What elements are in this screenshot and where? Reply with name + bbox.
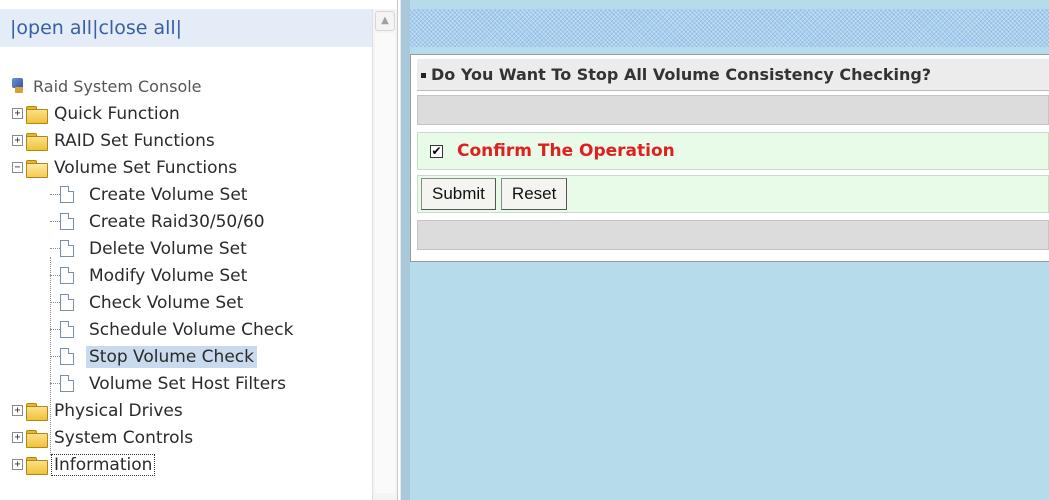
- page-icon: [60, 375, 74, 392]
- tree-root-label: Raid System Console: [33, 76, 202, 96]
- form-heading: Do You Want To Stop All Volume Consisten…: [417, 59, 1049, 91]
- expand-plus-icon[interactable]: +: [12, 459, 23, 470]
- page-icon: [60, 213, 74, 230]
- sidebar-item-label: Volume Set Functions: [54, 157, 238, 178]
- sidebar-item-volume-set-functions[interactable]: − Volume Set Functions: [12, 154, 372, 181]
- console-icon: [12, 78, 26, 94]
- sidebar-item-stop-volume-check[interactable]: Stop Volume Check: [12, 343, 372, 370]
- sidebar-item-modify-volume-set[interactable]: Modify Volume Set: [12, 262, 372, 289]
- button-row: Submit Reset: [417, 175, 1049, 213]
- sidebar-item-create-raid30-50-60[interactable]: Create Raid30/50/60: [12, 208, 372, 235]
- sidebar-item-label: RAID Set Functions: [54, 130, 215, 151]
- sidebar-item-label: Information: [51, 453, 156, 476]
- sidebar-item-information[interactable]: + Information: [12, 451, 372, 478]
- sidebar-item-label: Create Raid30/50/60: [89, 211, 265, 232]
- up-arrow-icon: ▲: [381, 15, 389, 26]
- page-icon: [60, 321, 74, 338]
- scroll-up-button[interactable]: ▲: [375, 11, 395, 31]
- tree-root[interactable]: Raid System Console: [12, 72, 372, 100]
- page-icon: [60, 267, 74, 284]
- open-all-link[interactable]: open all: [16, 17, 92, 39]
- sidebar-item-check-volume-set[interactable]: Check Volume Set: [12, 289, 372, 316]
- sidebar-item-label: Create Volume Set: [89, 184, 248, 205]
- page-icon: [60, 186, 74, 203]
- folder-icon: [25, 132, 48, 151]
- folder-icon: [25, 429, 48, 448]
- confirm-row: ✔ Confirm The Operation: [417, 132, 1049, 170]
- folder-icon: [25, 456, 48, 475]
- expand-plus-icon[interactable]: +: [12, 108, 23, 119]
- confirm-checkbox[interactable]: ✔: [430, 144, 443, 158]
- sidebar-item-label: Stop Volume Check: [86, 345, 257, 368]
- bullet-icon: [421, 73, 426, 78]
- expand-plus-icon[interactable]: +: [12, 405, 23, 416]
- open-folder-icon: [25, 159, 48, 178]
- confirm-label: Confirm The Operation: [457, 141, 675, 161]
- sidebar-scrollbar[interactable]: ▲: [372, 9, 397, 500]
- sidebar-item-physical-drives[interactable]: + Physical Drives: [12, 397, 372, 424]
- sidebar-item-label: Quick Function: [54, 103, 180, 124]
- stop-volume-check-form: Do You Want To Stop All Volume Consisten…: [410, 54, 1049, 262]
- sidebar-item-label: Modify Volume Set: [89, 265, 248, 286]
- content-frame: Do You Want To Stop All Volume Consisten…: [400, 0, 1049, 500]
- sidebar-item-label: Volume Set Host Filters: [89, 373, 287, 394]
- spacer-row: [417, 220, 1049, 250]
- page-icon: [60, 348, 74, 365]
- sidebar-item-create-volume-set[interactable]: Create Volume Set: [12, 181, 372, 208]
- sidebar-item-label: System Controls: [54, 427, 194, 448]
- content-top-bar: [410, 9, 1049, 47]
- sidebar-item-delete-volume-set[interactable]: Delete Volume Set: [12, 235, 372, 262]
- expand-plus-icon[interactable]: +: [12, 135, 23, 146]
- sidebar-item-label: Check Volume Set: [89, 292, 244, 313]
- sidebar-item-schedule-volume-check[interactable]: Schedule Volume Check: [12, 316, 372, 343]
- form-heading-text: Do You Want To Stop All Volume Consisten…: [431, 65, 932, 84]
- collapse-minus-icon[interactable]: −: [12, 162, 23, 173]
- page-icon: [60, 240, 74, 257]
- navigation-tree: Raid System Console + Quick Function + R…: [12, 72, 372, 478]
- expand-plus-icon[interactable]: +: [12, 432, 23, 443]
- sidebar-item-label: Schedule Volume Check: [89, 319, 294, 340]
- reset-button[interactable]: Reset: [500, 178, 568, 210]
- page-icon: [60, 294, 74, 311]
- folder-icon: [25, 402, 48, 421]
- sidebar-item-system-controls[interactable]: + System Controls: [12, 424, 372, 451]
- spacer-row: [417, 95, 1049, 125]
- sidebar-item-label: Delete Volume Set: [89, 238, 247, 259]
- sidebar-item-raid-set-functions[interactable]: + RAID Set Functions: [12, 127, 372, 154]
- sidebar-item-label: Physical Drives: [54, 400, 183, 421]
- navigation-frame: |open all|close all| ▲ Raid System Conso…: [0, 0, 398, 500]
- separator: |: [175, 17, 183, 39]
- sidebar-item-quick-function[interactable]: + Quick Function: [12, 100, 372, 127]
- close-all-link[interactable]: close all: [98, 17, 175, 39]
- open-close-bar: |open all|close all|: [0, 9, 372, 47]
- folder-icon: [25, 105, 48, 124]
- submit-button[interactable]: Submit: [421, 178, 496, 210]
- sidebar-item-volume-set-host-filters[interactable]: Volume Set Host Filters: [12, 370, 372, 397]
- scroll-thumb[interactable]: [375, 33, 395, 493]
